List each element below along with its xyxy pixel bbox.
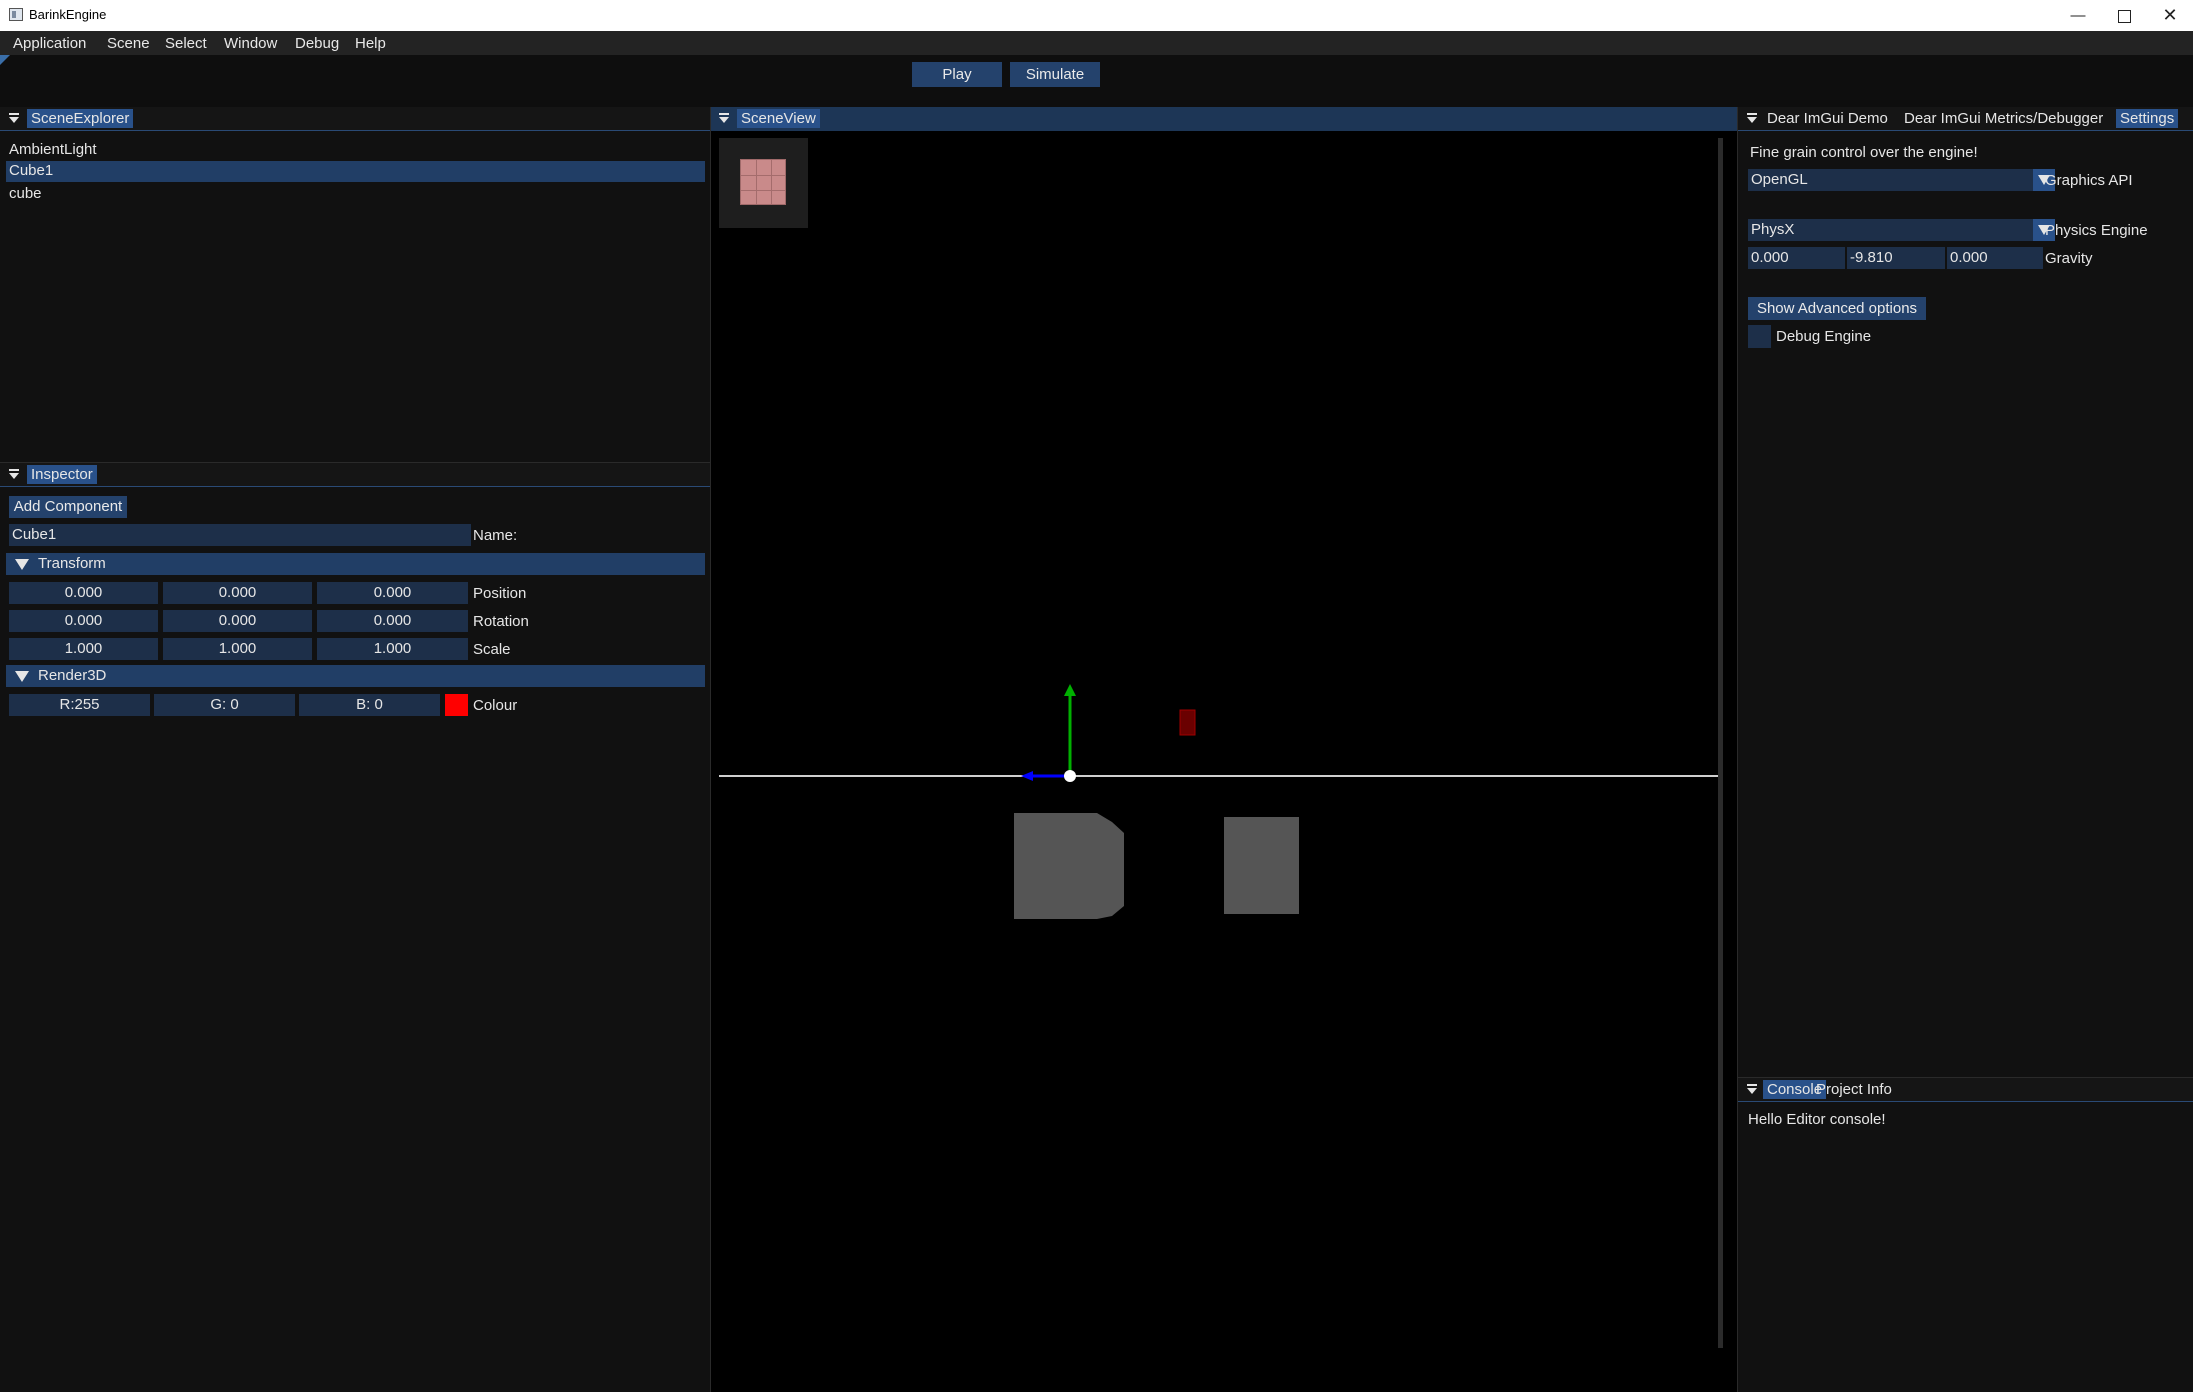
rotation-y-field[interactable]: 0.000	[163, 610, 312, 632]
position-y-field[interactable]: 0.000	[163, 582, 312, 604]
gizmo-y-arrow	[1064, 684, 1076, 696]
transform-header[interactable]: Transform	[6, 553, 705, 575]
physics-engine-select[interactable]: PhysX	[1748, 219, 2055, 241]
close-icon[interactable]: ✕	[2147, 0, 2193, 31]
rotation-x-field[interactable]: 0.000	[9, 610, 158, 632]
scene-item-cube1[interactable]: Cube1	[6, 161, 705, 182]
menu-bar: Application Scene Select Window Debug He…	[0, 31, 2193, 55]
tab-imgui-metrics[interactable]: Dear ImGui Metrics/Debugger	[1900, 109, 2107, 128]
scene-item-label: Cube1	[9, 162, 54, 179]
app-icon	[9, 8, 23, 21]
window-title: BarinkEngine	[29, 7, 107, 22]
maximize-icon[interactable]	[2101, 0, 2147, 31]
gravity-z-field[interactable]: 0.000	[1947, 247, 2043, 269]
colour-b-field[interactable]: B: 0	[299, 694, 440, 716]
corner-marker	[0, 55, 10, 65]
colour-r-field[interactable]: R:255	[9, 694, 150, 716]
add-component-button[interactable]: Add Component	[9, 496, 127, 518]
position-z-field[interactable]: 0.000	[317, 582, 468, 604]
scene-explorer-header: SceneExplorer	[0, 107, 710, 131]
menu-window[interactable]: Window	[224, 35, 277, 52]
physics-engine-value: PhysX	[1751, 221, 1795, 238]
debug-engine-label: Debug Engine	[1776, 328, 1872, 345]
tab-scene-explorer[interactable]: SceneExplorer	[27, 109, 134, 128]
graphics-api-value: OpenGL	[1751, 171, 1808, 188]
debug-engine-checkbox[interactable]	[1748, 325, 1771, 348]
collapse-icon[interactable]	[1747, 113, 1757, 123]
viewport[interactable]	[719, 138, 1725, 1392]
menu-help[interactable]: Help	[355, 35, 386, 52]
simulate-button[interactable]: Simulate	[1010, 62, 1100, 87]
console-header: Console Project Info	[1738, 1078, 2193, 1102]
cube1-mesh	[1224, 817, 1299, 914]
scene-item-cube[interactable]: cube	[9, 185, 42, 202]
show-advanced-options-button[interactable]: Show Advanced options	[1748, 297, 1926, 320]
gravity-y-field[interactable]: -9.810	[1847, 247, 1945, 269]
scene-view-header: SceneView	[711, 107, 1737, 131]
menu-application[interactable]: Application	[13, 35, 86, 52]
scene-explorer-panel: SceneExplorer AmbientLight Cube1 cube	[0, 107, 710, 462]
scale-y-field[interactable]: 1.000	[163, 638, 312, 660]
graphics-api-select[interactable]: OpenGL	[1748, 169, 2055, 191]
scene-render	[719, 684, 1723, 919]
cube-mesh	[1014, 813, 1124, 919]
gravity-x-field[interactable]: 0.000	[1748, 247, 1845, 269]
tab-scene-view[interactable]: SceneView	[737, 109, 820, 128]
menu-debug[interactable]: Debug	[295, 35, 339, 52]
menu-select[interactable]: Select	[165, 35, 207, 52]
name-field[interactable]: Cube1	[9, 524, 471, 546]
console-panel: Console Project Info Hello Editor consol…	[1737, 1077, 2193, 1392]
scale-x-field[interactable]: 1.000	[9, 638, 158, 660]
gizmo-x-arrow	[1021, 771, 1033, 781]
settings-intro: Fine grain control over the engine!	[1750, 144, 1978, 161]
tab-inspector[interactable]: Inspector	[27, 465, 97, 484]
position-label: Position	[473, 585, 527, 602]
collapse-icon[interactable]	[719, 113, 729, 123]
settings-header: Dear ImGui Demo Dear ImGui Metrics/Debug…	[1738, 107, 2193, 131]
physics-engine-label: Physics Engine	[2045, 222, 2148, 239]
tab-imgui-demo[interactable]: Dear ImGui Demo	[1763, 109, 1892, 128]
scene-item-ambientlight[interactable]: AmbientLight	[9, 141, 97, 158]
graphics-api-label: Graphics API	[2045, 172, 2133, 189]
tab-project-info[interactable]: Project Info	[1812, 1080, 1896, 1099]
transform-title: Transform	[38, 555, 106, 572]
render3d-header[interactable]: Render3D	[6, 665, 705, 687]
chevron-down-icon	[15, 559, 29, 570]
colour-label: Colour	[473, 697, 518, 714]
toolbar: Play Simulate	[0, 55, 2193, 107]
name-label: Name:	[473, 527, 518, 544]
rotation-z-field[interactable]: 0.000	[317, 610, 468, 632]
settings-panel: Dear ImGui Demo Dear ImGui Metrics/Debug…	[1737, 107, 2193, 1077]
red-light-marker	[1179, 709, 1196, 736]
position-x-field[interactable]: 0.000	[9, 582, 158, 604]
inspector-header: Inspector	[0, 463, 710, 487]
chevron-down-icon	[15, 671, 29, 682]
render3d-title: Render3D	[38, 667, 107, 684]
gravity-label: Gravity	[2045, 250, 2093, 267]
gizmo-origin	[1064, 770, 1076, 782]
scale-z-field[interactable]: 1.000	[317, 638, 468, 660]
collapse-icon[interactable]	[9, 113, 19, 123]
colour-swatch[interactable]	[445, 694, 468, 716]
viewport-scrollbar[interactable]	[1718, 138, 1723, 1348]
minimize-icon[interactable]: —	[2055, 0, 2101, 31]
collapse-icon[interactable]	[9, 469, 19, 479]
collapse-icon[interactable]	[1747, 1084, 1757, 1094]
rotation-label: Rotation	[473, 613, 529, 630]
console-line: Hello Editor console!	[1748, 1111, 1886, 1128]
scene-view-panel: SceneView	[711, 107, 1737, 1392]
inspector-panel: Inspector Add Component Cube1 Name: Tran…	[0, 462, 710, 1392]
scale-label: Scale	[473, 641, 511, 658]
play-button[interactable]: Play	[912, 62, 1002, 87]
title-bar: BarinkEngine — ✕	[0, 0, 2193, 31]
tab-settings[interactable]: Settings	[2116, 109, 2179, 128]
colour-g-field[interactable]: G: 0	[154, 694, 295, 716]
menu-scene[interactable]: Scene	[107, 35, 150, 52]
